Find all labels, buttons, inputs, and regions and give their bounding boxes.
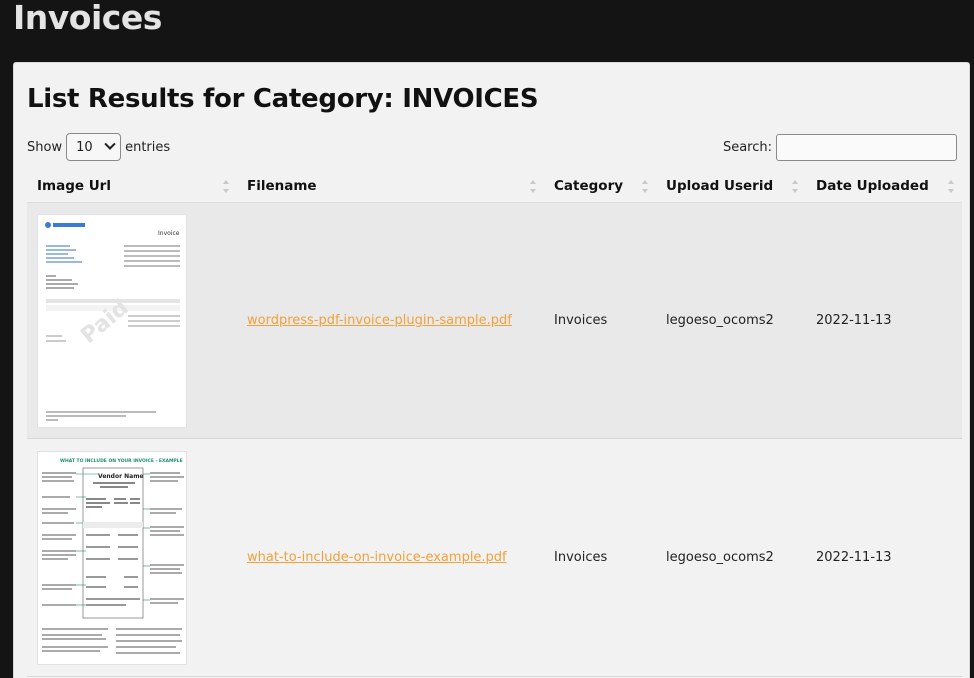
invoice-example-thumbnail[interactable]: WHAT TO INCLUDE ON YOUR INVOICE - EXAMPL… xyxy=(37,450,187,665)
category-cell: Invoices xyxy=(554,313,608,328)
table-row: WHAT TO INCLUDE ON YOUR INVOICE - EXAMPL… xyxy=(27,439,962,677)
show-label: Show xyxy=(27,139,63,155)
search-input[interactable] xyxy=(776,133,957,161)
thumbnail-vendor-name: Vendor Name xyxy=(98,473,144,480)
column-header-upload-userid[interactable]: Upload Userid xyxy=(656,170,806,203)
column-header-date-uploaded[interactable]: Date Uploaded xyxy=(806,170,962,203)
userid-cell: legoeso_ocoms2 xyxy=(666,313,774,328)
filename-cell: wordpress-pdf-invoice-plugin-sample.pdf xyxy=(237,313,544,328)
entries-length-control: Show 10 entries xyxy=(27,133,170,161)
column-header-filename[interactable]: Filename xyxy=(237,170,544,203)
sort-icon xyxy=(530,179,536,193)
column-header-category[interactable]: Category xyxy=(544,170,656,203)
thumbnail-example-title: WHAT TO INCLUDE ON YOUR INVOICE - EXAMPL… xyxy=(60,458,183,464)
results-panel: List Results for Category: INVOICES Show… xyxy=(13,62,970,678)
sort-icon xyxy=(792,179,798,193)
invoice-document-thumbnail[interactable]: Invoice Paid xyxy=(37,213,187,428)
sort-icon xyxy=(948,179,954,193)
search-control: Search: xyxy=(723,133,957,161)
entries-label: entries xyxy=(125,139,171,155)
date-cell: 2022-11-13 xyxy=(816,313,892,328)
filename-link[interactable]: what-to-include-on-invoice-example.pdf xyxy=(247,550,507,565)
sort-icon xyxy=(642,179,648,193)
category-cell: Invoices xyxy=(554,550,608,565)
image-cell: Invoice Paid xyxy=(27,213,237,428)
thumbnail-invoice-title: Invoice xyxy=(158,230,180,237)
column-label: Date Uploaded xyxy=(816,178,929,194)
results-heading: List Results for Category: INVOICES xyxy=(27,84,539,114)
table-row: Invoice Paid wordpress-pdf-invoice-plugi… xyxy=(27,203,962,439)
column-label: Upload Userid xyxy=(666,178,774,194)
column-label: Image Url xyxy=(37,178,111,194)
filename-cell: what-to-include-on-invoice-example.pdf xyxy=(237,550,544,565)
sort-icon xyxy=(223,179,229,193)
entries-per-page-value: 10 xyxy=(76,139,93,155)
date-cell: 2022-11-13 xyxy=(816,550,892,565)
results-table: Image Url Filename Category Upload Useri… xyxy=(27,170,962,677)
chevron-down-icon xyxy=(104,138,116,150)
entries-per-page-select[interactable]: 10 xyxy=(66,133,122,161)
column-label: Category xyxy=(554,178,624,194)
filename-link[interactable]: wordpress-pdf-invoice-plugin-sample.pdf xyxy=(247,313,512,328)
column-label: Filename xyxy=(247,178,317,194)
search-label: Search: xyxy=(722,139,772,155)
table-header: Image Url Filename Category Upload Useri… xyxy=(27,170,962,203)
image-cell: WHAT TO INCLUDE ON YOUR INVOICE - EXAMPL… xyxy=(27,450,237,665)
page-title: Invoices xyxy=(13,0,162,37)
column-header-image-url[interactable]: Image Url xyxy=(27,170,237,203)
userid-cell: legoeso_ocoms2 xyxy=(666,550,774,565)
